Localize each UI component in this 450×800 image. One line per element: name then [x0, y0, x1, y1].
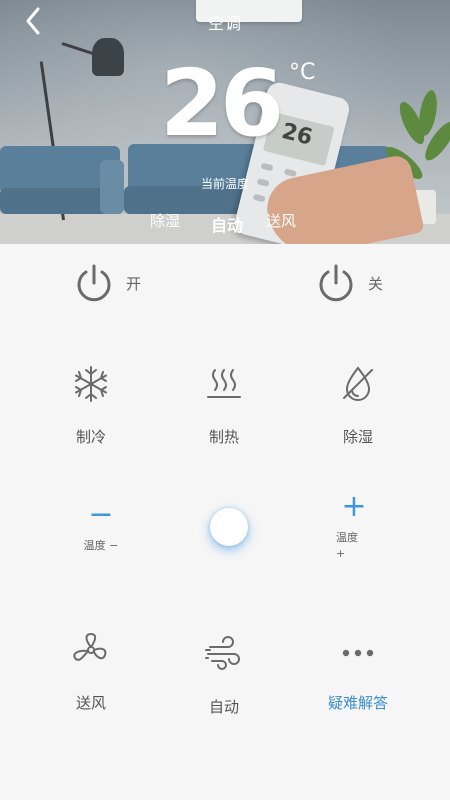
faq-label: 疑难解答: [327, 694, 388, 712]
cool-button[interactable]: 制冷: [31, 362, 151, 447]
mode-dehumidify[interactable]: 除湿: [150, 210, 180, 231]
hero-banner: 26 空调 26 °C 当前温度 除湿 自动 送风: [0, 0, 450, 244]
mode-fan[interactable]: 送风: [266, 210, 296, 231]
auto-button[interactable]: 自动: [164, 632, 284, 717]
power-on-label: 开: [126, 274, 142, 293]
more-dots-icon: [342, 649, 374, 657]
snowflake-icon: [75, 366, 107, 402]
heat-waves-icon: [207, 369, 241, 398]
dehumidify-label: 除湿: [342, 428, 373, 446]
faq-button[interactable]: 疑难解答: [298, 628, 418, 713]
temperature-knob[interactable]: [210, 508, 248, 546]
temperature-down-button[interactable]: − 温度 −: [74, 500, 128, 554]
temperature-up-label-plus: +: [336, 547, 346, 560]
lamp-shade-illustration: [92, 38, 124, 76]
wind-icon: [205, 636, 240, 670]
dehumidify-icon: [343, 366, 373, 401]
mode-auto[interactable]: 自动: [211, 212, 243, 236]
page-title: 空调: [207, 14, 242, 33]
temperature-up-label: 温度: [336, 531, 358, 544]
power-icon: [319, 264, 353, 302]
current-temperature-label: 当前温度: [200, 177, 249, 191]
cool-label: 制冷: [75, 428, 106, 446]
temperature-down-label: 温度 −: [83, 539, 119, 552]
temperature-unit: °C: [289, 60, 316, 85]
power-off-button[interactable]: 关: [316, 263, 383, 303]
temperature-up-button[interactable]: + 温度 +: [336, 492, 372, 562]
temperature-value: 26: [160, 50, 284, 157]
power-off-label: 关: [368, 274, 384, 293]
heat-button[interactable]: 制热: [164, 362, 284, 447]
plus-icon: +: [341, 489, 367, 524]
power-on-button[interactable]: 开: [74, 263, 141, 303]
auto-label: 自动: [208, 698, 239, 716]
fan-button[interactable]: 送风: [31, 628, 151, 713]
power-icon: [77, 264, 111, 302]
fan-icon: [73, 633, 107, 661]
minus-icon: −: [88, 497, 114, 532]
fan-label: 送风: [75, 694, 106, 712]
dehumidify-button[interactable]: 除湿: [298, 362, 418, 447]
heat-label: 制热: [208, 428, 239, 446]
